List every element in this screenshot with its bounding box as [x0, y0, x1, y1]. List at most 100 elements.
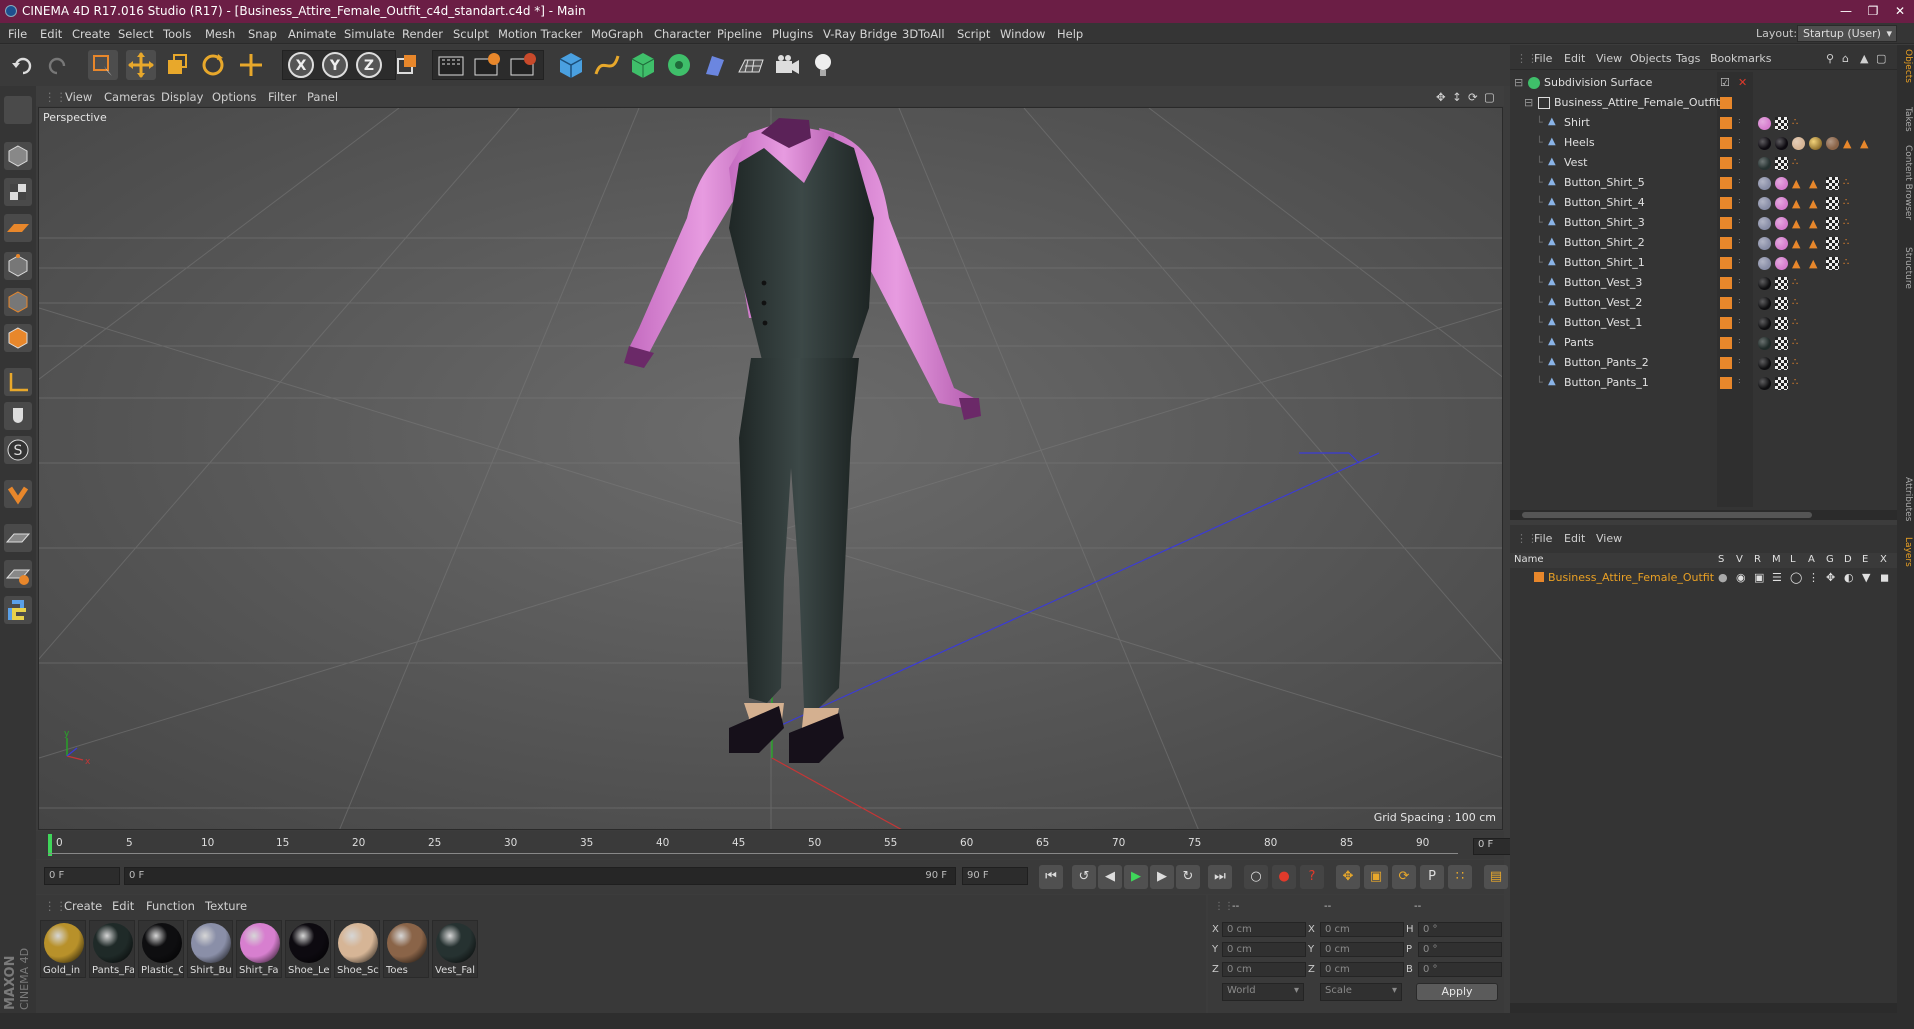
material-tag-icon[interactable] — [1775, 177, 1788, 190]
menu-mograph[interactable]: MoGraph — [591, 27, 643, 41]
selection-tag-icon[interactable]: ∴ — [1843, 217, 1856, 230]
layer-color-icon[interactable] — [1720, 117, 1732, 129]
polygon-selection-tag-icon[interactable]: ▲ — [1809, 197, 1822, 210]
transform-icon[interactable] — [236, 50, 266, 80]
maximize-view-icon[interactable]: ▢ — [1484, 90, 1495, 104]
selection-tag-icon[interactable]: ∴ — [1792, 337, 1805, 350]
layer-color-icon[interactable] — [1720, 137, 1732, 149]
material-tag-icon[interactable] — [1775, 217, 1788, 230]
material-tag-icon[interactable] — [1758, 337, 1771, 350]
menu-file[interactable]: File — [8, 27, 27, 41]
uvw-tag-icon[interactable] — [1826, 217, 1839, 230]
size-z-field[interactable]: 0 cm — [1320, 962, 1404, 977]
uvw-tag-icon[interactable] — [1775, 297, 1788, 310]
tab-layers[interactable]: Layers — [1898, 537, 1913, 567]
layer-color-icon[interactable] — [1720, 177, 1732, 189]
deformer-icon[interactable] — [700, 50, 730, 80]
light-icon[interactable] — [808, 50, 838, 80]
visibility-dots[interactable]: : — [1738, 276, 1741, 285]
solo-mode-icon[interactable]: S — [4, 436, 32, 464]
material-shirt-fa[interactable]: Shirt_Fa — [236, 920, 282, 978]
object-row[interactable]: └ ▲ Button_Shirt_4: ▲ ▲ ∴ — [1510, 193, 1897, 213]
visibility-dots[interactable]: : — [1738, 236, 1741, 245]
material-tag-icon[interactable] — [1758, 297, 1771, 310]
layer-menu-edit[interactable]: Edit — [1564, 532, 1585, 545]
cloner-icon[interactable] — [664, 50, 694, 80]
object-row[interactable]: └ ▲ Button_Vest_2: ∴ — [1510, 293, 1897, 313]
points-mode-icon[interactable] — [4, 252, 32, 280]
timeline-window-icon[interactable]: ▤ — [1484, 865, 1508, 889]
point-level-icon[interactable]: ∷ — [1448, 865, 1472, 889]
subdivision-surface-icon[interactable] — [628, 50, 658, 80]
workplane-lock-icon[interactable] — [4, 524, 32, 552]
layer-color-icon[interactable] — [1720, 337, 1732, 349]
layer-menu-file[interactable]: File — [1534, 532, 1552, 545]
viewport-menu-panel[interactable]: Panel — [307, 90, 338, 104]
material-menu-texture[interactable]: Texture — [205, 899, 247, 913]
next-frame-icon[interactable]: ▶ — [1150, 865, 1174, 889]
material-tag-icon[interactable] — [1775, 257, 1788, 270]
edges-mode-icon[interactable] — [4, 288, 32, 316]
layer-color-icon[interactable] — [1720, 317, 1732, 329]
animation-flag-icon[interactable]: ⋮ — [1808, 571, 1819, 584]
axis-mode-icon[interactable] — [4, 368, 32, 396]
polygon-selection-tag-icon[interactable]: ▲ — [1792, 237, 1805, 250]
visibility-dots[interactable]: : — [1738, 116, 1741, 125]
object-row[interactable]: └ ▲ Button_Shirt_2: ▲ ▲ ∴ — [1510, 233, 1897, 253]
polygon-selection-tag-icon[interactable]: ▲ — [1792, 197, 1805, 210]
material-tag-icon[interactable] — [1775, 237, 1788, 250]
object-menu-objects[interactable]: Objects — [1630, 52, 1672, 65]
rotate-icon[interactable] — [198, 50, 228, 80]
material-tag-icon[interactable] — [1758, 277, 1771, 290]
timeline-ruler[interactable]: 0 5 10 15 20 25 30 35 40 45 50 55 60 65 … — [36, 831, 1539, 859]
uvw-tag-icon[interactable] — [1826, 197, 1839, 210]
undo-icon[interactable] — [8, 50, 38, 80]
coordinate-mode-select[interactable]: World ▾ — [1222, 983, 1304, 1001]
move-icon[interactable] — [126, 50, 156, 80]
material-tag-icon[interactable] — [1775, 197, 1788, 210]
material-tag-icon[interactable] — [1758, 217, 1771, 230]
position-x-field[interactable]: 0 cm — [1222, 922, 1306, 937]
goto-end-icon[interactable]: ⏭ — [1208, 865, 1232, 889]
start-frame-field[interactable]: 0 F — [44, 867, 120, 885]
layer-color-icon[interactable] — [1720, 377, 1732, 389]
rotation-b-field[interactable]: 0 ° — [1418, 962, 1502, 977]
polygon-selection-tag-icon[interactable]: ▲ — [1809, 217, 1822, 230]
visibility-dots[interactable]: : — [1738, 256, 1741, 265]
model-mode-icon[interactable] — [4, 142, 32, 170]
material-tag-icon[interactable] — [1758, 157, 1771, 170]
material-menu-edit[interactable]: Edit — [112, 899, 134, 913]
minimize-icon[interactable]: — — [1838, 3, 1854, 19]
material-plastic-c[interactable]: Plastic_C — [138, 920, 184, 978]
selection-tag-icon[interactable]: ∴ — [1792, 357, 1805, 370]
menu-plugins[interactable]: Plugins — [772, 27, 813, 41]
y-axis-icon[interactable]: Y — [320, 50, 350, 80]
material-pants-fa[interactable]: Pants_Fa — [89, 920, 135, 978]
tweak-mode-icon[interactable] — [4, 402, 32, 430]
selection-tag-icon[interactable]: ∴ — [1843, 237, 1856, 250]
material-tag-icon[interactable] — [1758, 257, 1771, 270]
x-axis-icon[interactable]: X — [286, 50, 316, 80]
visibility-dots[interactable]: : — [1738, 296, 1741, 305]
polygon-selection-tag-icon[interactable]: ▲ — [1809, 177, 1822, 190]
snap-icon[interactable] — [4, 480, 32, 508]
scale-key-icon[interactable]: ▣ — [1364, 865, 1388, 889]
layer-color-icon[interactable] — [1720, 257, 1732, 269]
material-tag-icon[interactable] — [1758, 377, 1771, 390]
magnet-icon[interactable] — [4, 560, 32, 588]
material-tag-icon[interactable] — [1758, 137, 1771, 150]
material-gold-in[interactable]: Gold_in — [40, 920, 86, 978]
search-icon[interactable]: ⚲ — [1826, 52, 1834, 65]
parameter-key-icon[interactable]: P — [1420, 865, 1444, 889]
python-icon[interactable] — [4, 596, 32, 624]
object-row[interactable]: └ ▲ Button_Pants_2: ∴ — [1510, 353, 1897, 373]
layer-row[interactable]: Business_Attire_Female_Outfit ● ◉ ▣ ☰ ◯ … — [1510, 569, 1897, 587]
visibility-dots[interactable]: : — [1738, 196, 1741, 205]
expressions-flag-icon[interactable]: ▼ — [1862, 571, 1870, 584]
viewport-menu-options[interactable]: Options — [212, 90, 256, 104]
generators-flag-icon[interactable]: ✥ — [1826, 571, 1835, 584]
material-menu-function[interactable]: Function — [146, 899, 195, 913]
tab-attributes[interactable]: Attributes — [1898, 477, 1913, 521]
selection-tag-icon[interactable]: ∴ — [1792, 277, 1805, 290]
selection-tag-icon[interactable]: ∴ — [1792, 297, 1805, 310]
